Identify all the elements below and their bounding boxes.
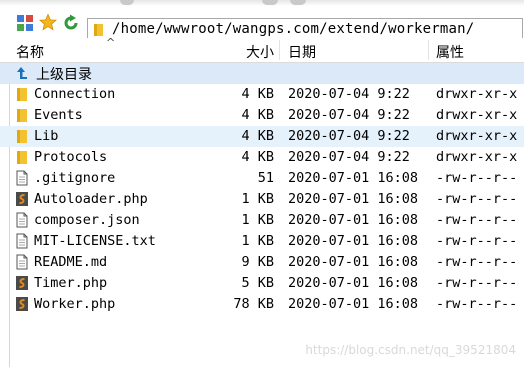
text-file-icon [16,254,28,270]
file-name: MIT-LICENSE.txt [34,233,156,249]
file-date: 2020-07-04 9:22 [288,128,410,144]
file-name: Autoloader.php [34,191,148,207]
file-permissions: -rw-r--r-- [436,191,518,207]
address-path: /home/wwwroot/wangps.com/extend/workerma… [112,21,475,37]
folder-icon [17,109,27,122]
file-size: 51 [257,170,274,186]
toolbar: /home/wwwroot/wangps.com/extend/workerma… [0,8,524,40]
folder-icon [94,24,103,36]
sort-ascending-icon: ^ [106,36,116,49]
file-row[interactable]: Worker.php 78 KB 2020-07-01 16:08 -rw-r--r-… [0,294,524,315]
file-name: Connection [34,86,116,102]
partial-toolbar-icon [290,0,306,5]
file-name: Protocols [34,149,108,165]
address-bar[interactable]: /home/wwwroot/wangps.com/extend/workerma… [87,18,523,40]
php-file-icon [16,297,28,311]
file-permissions: -rw-r--r-- [436,254,518,270]
php-file-icon [16,276,28,290]
file-size: 1 KB [241,233,274,249]
file-size: 1 KB [241,212,274,228]
file-permissions: -rw-r--r-- [436,212,518,228]
column-date[interactable]: 日期 [288,42,316,62]
file-size: 5 KB [241,275,274,291]
file-permissions: drwxr-xr-x [436,86,518,102]
file-permissions: -rw-r--r-- [436,170,518,186]
file-name: Events [34,107,83,123]
file-row[interactable]: README.md 9 KB 2020-07-01 16:08 -rw-r--r-- [0,252,524,273]
parent-directory-label: 上级目录 [36,67,92,83]
column-name[interactable]: 名称 [16,42,44,62]
file-row[interactable]: MIT-LICENSE.txt 1 KB 2020-07-01 16:08 -rw-r… [0,231,524,252]
text-file-icon [16,233,28,249]
file-row[interactable]: composer.json 1 KB 2020-07-01 16:08 -rw-r--… [0,210,524,231]
file-name: Lib [34,128,59,144]
file-date: 2020-07-04 9:22 [288,149,410,165]
watermark: https://blog.csdn.net/qq_39521804 [305,343,516,357]
text-file-icon [16,170,28,186]
folder-row[interactable]: Lib 4 KB 2020-07-04 9:22 drwxr-xr-x [0,126,524,147]
column-header: 名称 ^ 大小 日期 属性 [0,36,524,63]
file-name: README.md [34,254,108,270]
file-name: Timer.php [34,275,108,291]
folder-row[interactable]: Connection 4 KB 2020-07-04 9:22 drwxr-xr-x [0,84,524,105]
file-row[interactable]: .gitignore 51 2020-07-01 16:08 -rw-r--r-- [0,168,524,189]
parent-directory-row[interactable]: 上级目录 [0,63,524,84]
file-size: 4 KB [241,128,274,144]
file-size: 4 KB [241,107,274,123]
file-name: .gitignore [34,170,116,186]
top-edge [0,0,524,6]
file-date: 2020-07-01 16:08 [288,233,419,249]
file-date: 2020-07-04 9:22 [288,86,410,102]
folder-icon [17,130,27,143]
file-permissions: drwxr-xr-x [436,128,518,144]
file-row[interactable]: Timer.php 5 KB 2020-07-01 16:08 -rw-r--r-- [0,273,524,294]
file-size: 4 KB [241,86,274,102]
column-size[interactable]: 大小 [246,42,274,62]
folder-row[interactable]: Events 4 KB 2020-07-04 9:22 drwxr-xr-x [0,105,524,126]
up-arrow-icon [17,67,27,79]
file-row[interactable]: Autoloader.php 1 KB 2020-07-01 16:08 -rw-r-… [0,189,524,210]
file-date: 2020-07-01 16:08 [288,170,419,186]
file-name: composer.json [34,212,140,228]
file-permissions: drwxr-xr-x [436,107,518,123]
php-file-icon [16,192,28,206]
file-permissions: drwxr-xr-x [436,149,518,165]
star-icon[interactable] [39,12,57,31]
column-attributes[interactable]: 属性 [436,42,464,62]
file-date: 2020-07-01 16:08 [288,254,419,270]
file-date: 2020-07-01 16:08 [288,212,419,228]
file-size: 9 KB [241,254,274,270]
folder-icon [17,88,27,101]
refresh-icon[interactable] [62,14,80,32]
file-date: 2020-07-01 16:08 [288,296,419,312]
column-divider[interactable] [428,40,429,60]
text-file-icon [16,212,28,228]
file-permissions: -rw-r--r-- [436,296,518,312]
file-date: 2020-07-01 16:08 [288,191,419,207]
folder-icon [17,151,27,164]
file-permissions: -rw-r--r-- [436,233,518,249]
partial-toolbar-icon [120,0,134,5]
sitemap-icon[interactable] [16,14,34,32]
file-date: 2020-07-01 16:08 [288,275,419,291]
folder-row[interactable]: Protocols 4 KB 2020-07-04 9:22 drwxr-xr-x [0,147,524,168]
file-size: 4 KB [241,149,274,165]
column-divider[interactable] [279,40,280,60]
file-permissions: -rw-r--r-- [436,275,518,291]
partial-toolbar-icon [262,0,278,5]
file-name: Worker.php [34,296,116,312]
file-date: 2020-07-04 9:22 [288,107,410,123]
file-size: 78 KB [233,296,274,312]
file-size: 1 KB [241,191,274,207]
